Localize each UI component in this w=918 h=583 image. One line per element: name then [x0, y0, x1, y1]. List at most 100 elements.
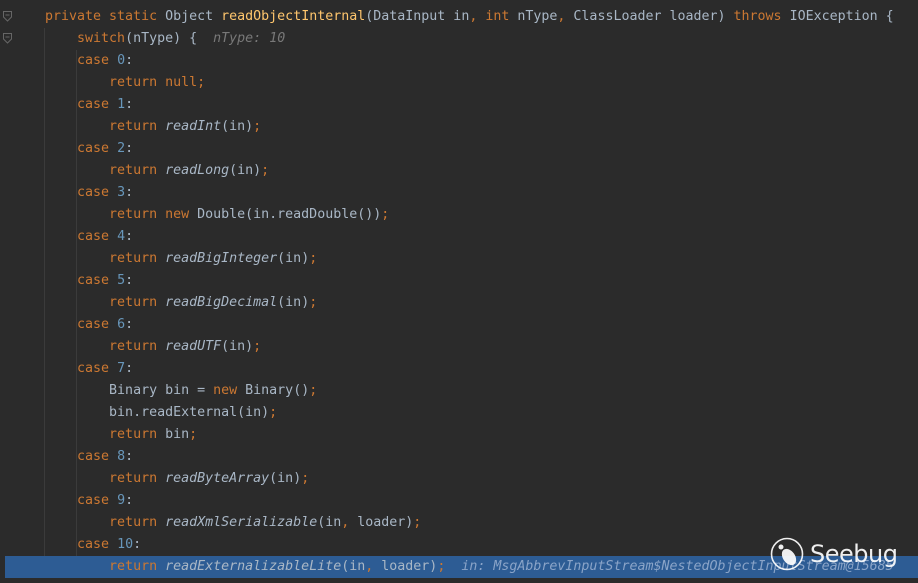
code-token: 1 [117, 97, 126, 112]
code-token: case [77, 97, 118, 112]
code-token: case [77, 53, 118, 68]
code-token: readBigInteger [165, 251, 278, 266]
code-line[interactable]: return readBigInteger(in); [0, 248, 918, 270]
code-line[interactable]: return readBigDecimal(in); [0, 292, 918, 314]
code-token: : [125, 317, 134, 332]
code-line[interactable]: case 7: [0, 358, 918, 380]
code-token: bin.readExternal(in) [109, 405, 270, 420]
code-token: (in) [277, 251, 310, 266]
code-token: ; [253, 119, 262, 134]
code-token: throws [733, 9, 790, 24]
code-token: 7 [117, 361, 126, 376]
code-line[interactable]: case 0: [0, 50, 918, 72]
code-token: readByteArray [165, 471, 270, 486]
code-token: : [125, 361, 134, 376]
code-line[interactable]: case 9: [0, 490, 918, 512]
code-token: return null [109, 75, 198, 90]
code-token: : [125, 229, 134, 244]
code-token: : [133, 537, 142, 552]
code-line[interactable]: switch(nType) { nType: 10 [0, 28, 918, 50]
code-token: case [77, 229, 118, 244]
code-token: return [109, 471, 166, 486]
code-token: 4 [117, 229, 126, 244]
code-token: bin [165, 427, 190, 442]
code-token: , [557, 9, 574, 24]
code-token: readUTF [165, 339, 222, 354]
code-line[interactable]: Binary bin = new Binary(); [0, 380, 918, 402]
code-line[interactable]: case 1: [0, 94, 918, 116]
code-token: (in) [221, 119, 254, 134]
code-token: ; [309, 251, 318, 266]
code-token: return [109, 559, 166, 574]
seebug-logo-icon [770, 537, 804, 571]
code-line[interactable]: case 5: [0, 270, 918, 292]
code-token: 8 [117, 449, 126, 464]
code-line[interactable]: return readXmlSerializable(in, loader); [0, 512, 918, 534]
inline-debug-value: nType: 10 [197, 31, 286, 46]
code-token: return [109, 119, 166, 134]
code-token: ClassLoader loader) [573, 9, 734, 24]
code-line[interactable]: return readLong(in); [0, 160, 918, 182]
code-editor[interactable]: private static Object readObjectInternal… [0, 6, 918, 578]
code-token: 6 [117, 317, 126, 332]
code-line[interactable]: case 4: [0, 226, 918, 248]
code-line[interactable]: return new Double(in.readDouble()); [0, 204, 918, 226]
code-token: , [341, 515, 358, 530]
code-token: case [77, 317, 118, 332]
code-line[interactable]: return readInt(in); [0, 116, 918, 138]
code-token: : [125, 273, 134, 288]
code-token: 9 [117, 493, 126, 508]
code-token: ; [381, 207, 390, 222]
code-token: int [485, 9, 518, 24]
code-token: ; [309, 295, 318, 310]
code-line[interactable]: return null; [0, 72, 918, 94]
code-token: return [109, 339, 166, 354]
code-token: : [125, 97, 134, 112]
code-line[interactable]: return readUTF(in); [0, 336, 918, 358]
code-line[interactable]: return readByteArray(in); [0, 468, 918, 490]
code-token: ; [309, 383, 318, 398]
code-token: ; [269, 405, 278, 420]
code-token: return [109, 251, 166, 266]
code-token: ; [301, 471, 310, 486]
code-token: return [109, 515, 166, 530]
code-token: nType [517, 9, 558, 24]
code-token: Object [165, 9, 222, 24]
code-token: readInt [165, 119, 222, 134]
code-line[interactable]: private static Object readObjectInternal… [0, 6, 918, 28]
code-token: loader) [357, 515, 414, 530]
code-line[interactable]: case 2: [0, 138, 918, 160]
code-line[interactable]: return bin; [0, 424, 918, 446]
code-line[interactable]: case 3: [0, 182, 918, 204]
code-line[interactable]: bin.readExternal(in); [0, 402, 918, 424]
code-token: case [77, 449, 118, 464]
code-token: return new [109, 207, 198, 222]
code-token: : [125, 53, 134, 68]
code-token: case [77, 493, 118, 508]
code-token: : [125, 493, 134, 508]
code-line[interactable]: case 6: [0, 314, 918, 336]
code-token: (DataInput in [365, 9, 470, 24]
code-line[interactable]: case 8: [0, 446, 918, 468]
code-token: Double(in.readDouble()) [197, 207, 382, 222]
code-token: 2 [117, 141, 126, 156]
